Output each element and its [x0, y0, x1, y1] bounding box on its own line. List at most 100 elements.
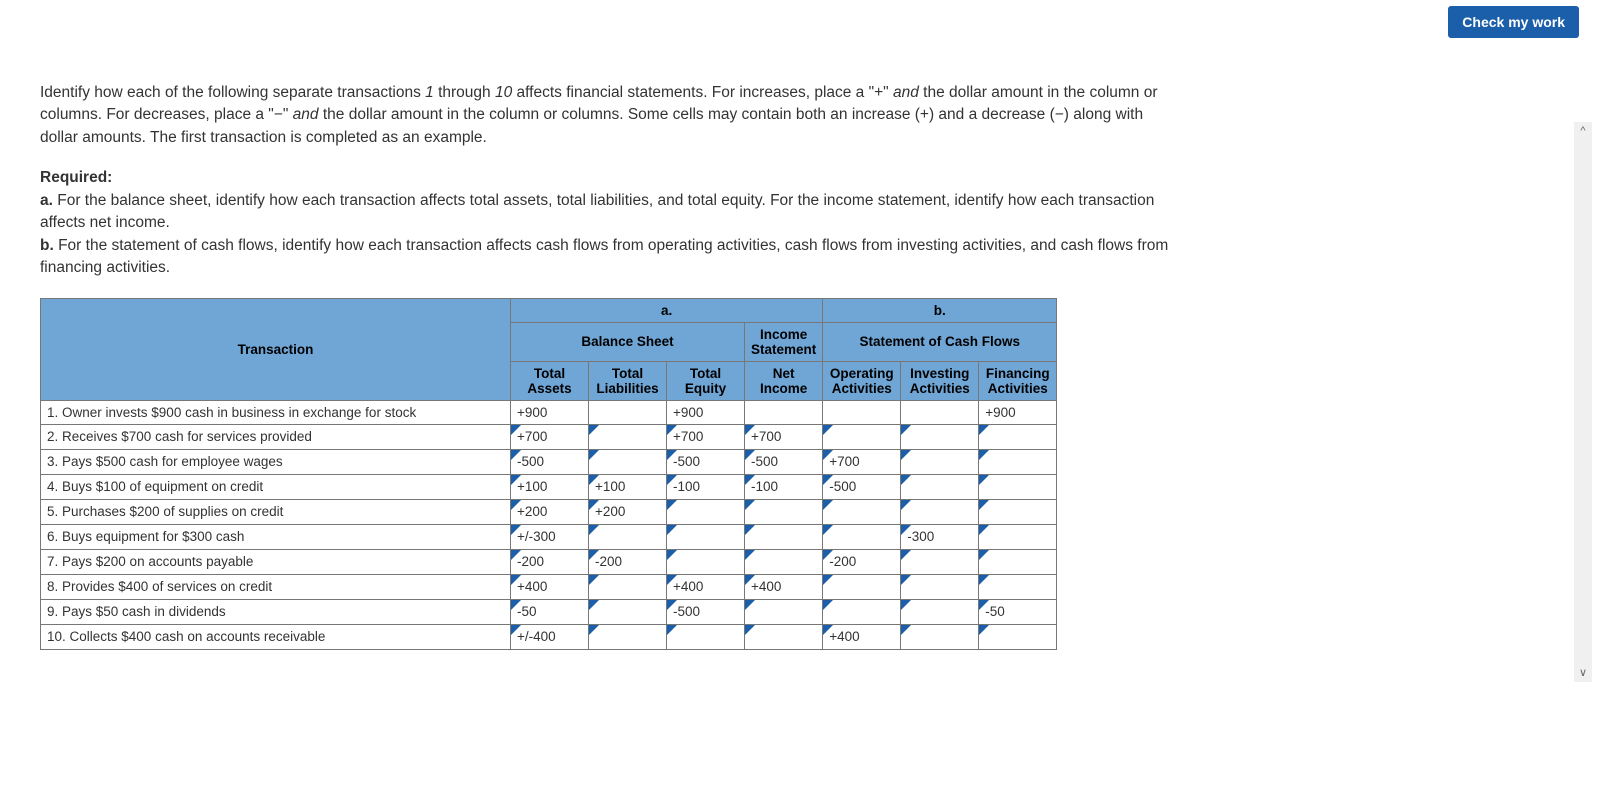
answer-value	[589, 575, 666, 599]
input-flag-icon	[823, 550, 833, 560]
answer-cell[interactable]	[823, 424, 901, 449]
answer-cell[interactable]	[589, 524, 667, 549]
answer-cell[interactable]: +700	[511, 424, 589, 449]
answer-cell[interactable]: -500	[823, 474, 901, 499]
answer-cell[interactable]	[589, 449, 667, 474]
answer-cell[interactable]	[745, 524, 823, 549]
answer-cell[interactable]	[979, 424, 1057, 449]
answer-cell[interactable]	[901, 449, 979, 474]
scrollbar[interactable]: ^ ∨	[1574, 122, 1592, 682]
answer-value: +400	[667, 575, 744, 599]
answer-value: +/-400	[511, 625, 588, 649]
answer-cell[interactable]	[979, 449, 1057, 474]
answer-cell[interactable]	[745, 624, 823, 649]
answer-cell[interactable]: -500	[745, 449, 823, 474]
input-flag-icon	[667, 625, 677, 635]
answer-cell[interactable]	[745, 499, 823, 524]
answer-value: +700	[745, 425, 822, 449]
answer-value	[745, 600, 822, 624]
answer-cell[interactable]	[901, 424, 979, 449]
answer-cell[interactable]: +100	[511, 474, 589, 499]
answer-cell[interactable]	[979, 499, 1057, 524]
answer-value	[901, 450, 978, 474]
answer-cell[interactable]: +/-400	[511, 624, 589, 649]
answer-cell[interactable]: -500	[667, 449, 745, 474]
input-flag-icon	[979, 500, 989, 510]
transaction-label: 8. Provides $400 of services on credit	[41, 574, 511, 599]
answer-value: +100	[589, 475, 666, 499]
answer-cell[interactable]	[901, 574, 979, 599]
answer-cell[interactable]	[979, 624, 1057, 649]
answer-cell[interactable]	[823, 574, 901, 599]
answer-cell[interactable]	[979, 474, 1057, 499]
answer-cell[interactable]	[901, 499, 979, 524]
answer-cell[interactable]	[823, 499, 901, 524]
answer-cell[interactable]: +700	[745, 424, 823, 449]
answer-cell[interactable]: +400	[745, 574, 823, 599]
input-flag-icon	[901, 425, 911, 435]
header-balance-sheet: Balance Sheet	[511, 322, 745, 361]
input-flag-icon	[745, 600, 755, 610]
answer-cell[interactable]: -100	[667, 474, 745, 499]
answer-cell[interactable]: -200	[589, 549, 667, 574]
answer-cell[interactable]	[667, 624, 745, 649]
table-row: 3. Pays $500 cash for employee wages-500…	[41, 449, 1057, 474]
answer-value	[667, 625, 744, 649]
answer-cell[interactable]	[667, 549, 745, 574]
answer-cell[interactable]	[667, 499, 745, 524]
answer-cell[interactable]: -100	[745, 474, 823, 499]
answer-cell[interactable]	[823, 524, 901, 549]
answer-cell[interactable]: +/-300	[511, 524, 589, 549]
answer-cell[interactable]: +400	[667, 574, 745, 599]
answer-cell[interactable]	[745, 599, 823, 624]
answer-value: +/-300	[511, 525, 588, 549]
answer-value: +700	[667, 425, 744, 449]
input-flag-icon	[589, 450, 599, 460]
answer-cell[interactable]	[589, 599, 667, 624]
table-row: 4. Buys $100 of equipment on credit+100+…	[41, 474, 1057, 499]
answer-cell[interactable]: -500	[667, 599, 745, 624]
answer-cell[interactable]	[589, 424, 667, 449]
input-flag-icon	[823, 600, 833, 610]
answer-cell[interactable]: -50	[511, 599, 589, 624]
answer-cell[interactable]	[901, 599, 979, 624]
answer-value	[589, 600, 666, 624]
input-flag-icon	[667, 475, 677, 485]
answer-cell[interactable]: -200	[511, 549, 589, 574]
answer-cell[interactable]: +400	[511, 574, 589, 599]
answer-value: -200	[511, 550, 588, 574]
answer-cell[interactable]	[901, 549, 979, 574]
answer-cell[interactable]: +200	[589, 499, 667, 524]
answer-cell[interactable]	[979, 524, 1057, 549]
answer-cell[interactable]	[589, 574, 667, 599]
answer-value	[823, 575, 900, 599]
header-cash-flows: Statement of Cash Flows	[823, 322, 1057, 361]
answer-value	[901, 625, 978, 649]
answer-value: -500	[745, 450, 822, 474]
transaction-label: 9. Pays $50 cash in dividends	[41, 599, 511, 624]
required-label: Required:	[40, 169, 112, 186]
answer-cell[interactable]	[901, 624, 979, 649]
answer-cell[interactable]: +700	[667, 424, 745, 449]
answer-cell[interactable]: -300	[901, 524, 979, 549]
answer-cell[interactable]	[823, 599, 901, 624]
answer-cell[interactable]: +100	[589, 474, 667, 499]
answer-cell[interactable]: +400	[823, 624, 901, 649]
answer-value: +400	[823, 625, 900, 649]
answer-cell[interactable]: -50	[979, 599, 1057, 624]
answer-cell[interactable]: +200	[511, 499, 589, 524]
check-my-work-button[interactable]: Check my work	[1448, 6, 1579, 38]
scroll-up-icon[interactable]: ^	[1580, 122, 1585, 140]
answer-cell[interactable]: -200	[823, 549, 901, 574]
transaction-label: 2. Receives $700 cash for services provi…	[41, 424, 511, 449]
answer-cell[interactable]	[901, 474, 979, 499]
input-flag-icon	[745, 550, 755, 560]
answer-cell[interactable]	[589, 624, 667, 649]
answer-cell[interactable]	[979, 549, 1057, 574]
answer-cell[interactable]: +700	[823, 449, 901, 474]
scroll-down-icon[interactable]: ∨	[1579, 664, 1587, 682]
answer-cell[interactable]: -500	[511, 449, 589, 474]
answer-cell[interactable]	[667, 524, 745, 549]
answer-cell[interactable]	[745, 549, 823, 574]
answer-cell[interactable]	[979, 574, 1057, 599]
